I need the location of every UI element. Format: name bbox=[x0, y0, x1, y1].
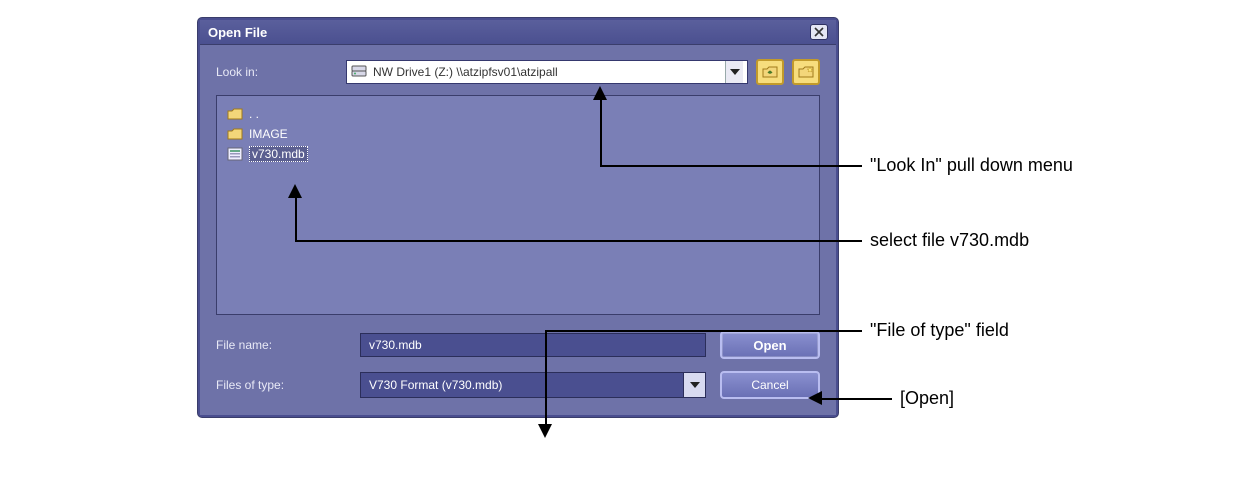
annotation-line bbox=[545, 330, 862, 332]
filename-input[interactable]: v730.mdb bbox=[360, 333, 706, 357]
annotation-line bbox=[820, 398, 892, 400]
lookin-dropdown[interactable]: NW Drive1 (Z:) \\atzipfsv01\atzipall bbox=[346, 60, 748, 84]
list-item-parent[interactable]: . . bbox=[225, 104, 811, 124]
arrowhead-icon bbox=[538, 424, 552, 438]
annotation-line bbox=[545, 330, 547, 426]
arrowhead-icon bbox=[808, 391, 822, 405]
file-icon bbox=[227, 147, 243, 161]
annotation-line bbox=[600, 165, 862, 167]
annotation-filetype: "File of type" field bbox=[870, 320, 1009, 341]
filename-value: v730.mdb bbox=[369, 338, 422, 352]
close-icon bbox=[814, 27, 824, 37]
filetype-label: Files of type: bbox=[216, 378, 346, 392]
list-item-folder[interactable]: IMAGE bbox=[225, 124, 811, 144]
lookin-label: Look in: bbox=[216, 65, 346, 79]
filetype-dropdown-button[interactable] bbox=[683, 373, 705, 397]
annotation-selectfile: select file v730.mdb bbox=[870, 230, 1029, 251]
arrowhead-icon bbox=[593, 86, 607, 100]
annotation-line bbox=[295, 196, 297, 241]
cancel-button-label: Cancel bbox=[751, 378, 788, 392]
up-one-level-button[interactable] bbox=[756, 59, 784, 85]
dialog-title: Open File bbox=[208, 25, 267, 40]
lookin-dropdown-button[interactable] bbox=[725, 61, 743, 83]
annotation-line bbox=[295, 240, 862, 242]
chevron-down-icon bbox=[690, 382, 700, 388]
open-button[interactable]: Open bbox=[720, 331, 820, 359]
new-folder-button[interactable] bbox=[792, 59, 820, 85]
list-item-label: v730.mdb bbox=[249, 146, 308, 162]
folder-icon bbox=[227, 127, 243, 141]
folder-icon bbox=[227, 107, 243, 121]
filename-label: File name: bbox=[216, 338, 346, 352]
annotation-line bbox=[600, 96, 602, 166]
filetype-dropdown[interactable]: V730 Format (v730.mdb) bbox=[360, 372, 706, 398]
list-item-file-selected[interactable]: v730.mdb bbox=[225, 144, 811, 164]
open-file-dialog: Open File Look in: NW Drive1 (Z:) \\atzi… bbox=[198, 18, 838, 417]
bottom-controls: File name: v730.mdb Open Files of type: … bbox=[216, 331, 820, 399]
arrowhead-icon bbox=[288, 184, 302, 198]
titlebar[interactable]: Open File bbox=[200, 20, 836, 45]
lookin-value: NW Drive1 (Z:) \\atzipfsv01\atzipall bbox=[373, 65, 725, 79]
close-button[interactable] bbox=[810, 24, 828, 40]
list-item-label: IMAGE bbox=[249, 127, 288, 141]
annotation-open: [Open] bbox=[900, 388, 954, 409]
annotation-lookin: "Look In" pull down menu bbox=[870, 155, 1073, 176]
chevron-down-icon bbox=[730, 69, 740, 75]
network-drive-icon bbox=[351, 64, 367, 80]
open-button-label: Open bbox=[753, 338, 786, 353]
file-list[interactable]: . . IMAGE v730.mdb bbox=[216, 95, 820, 315]
folder-up-icon bbox=[762, 65, 778, 79]
list-item-label: . . bbox=[249, 107, 259, 121]
lookin-row: Look in: NW Drive1 (Z:) \\atzipfsv01\atz… bbox=[216, 59, 820, 85]
filetype-value: V730 Format (v730.mdb) bbox=[361, 378, 683, 392]
cancel-button[interactable]: Cancel bbox=[720, 371, 820, 399]
new-folder-icon bbox=[798, 65, 814, 79]
